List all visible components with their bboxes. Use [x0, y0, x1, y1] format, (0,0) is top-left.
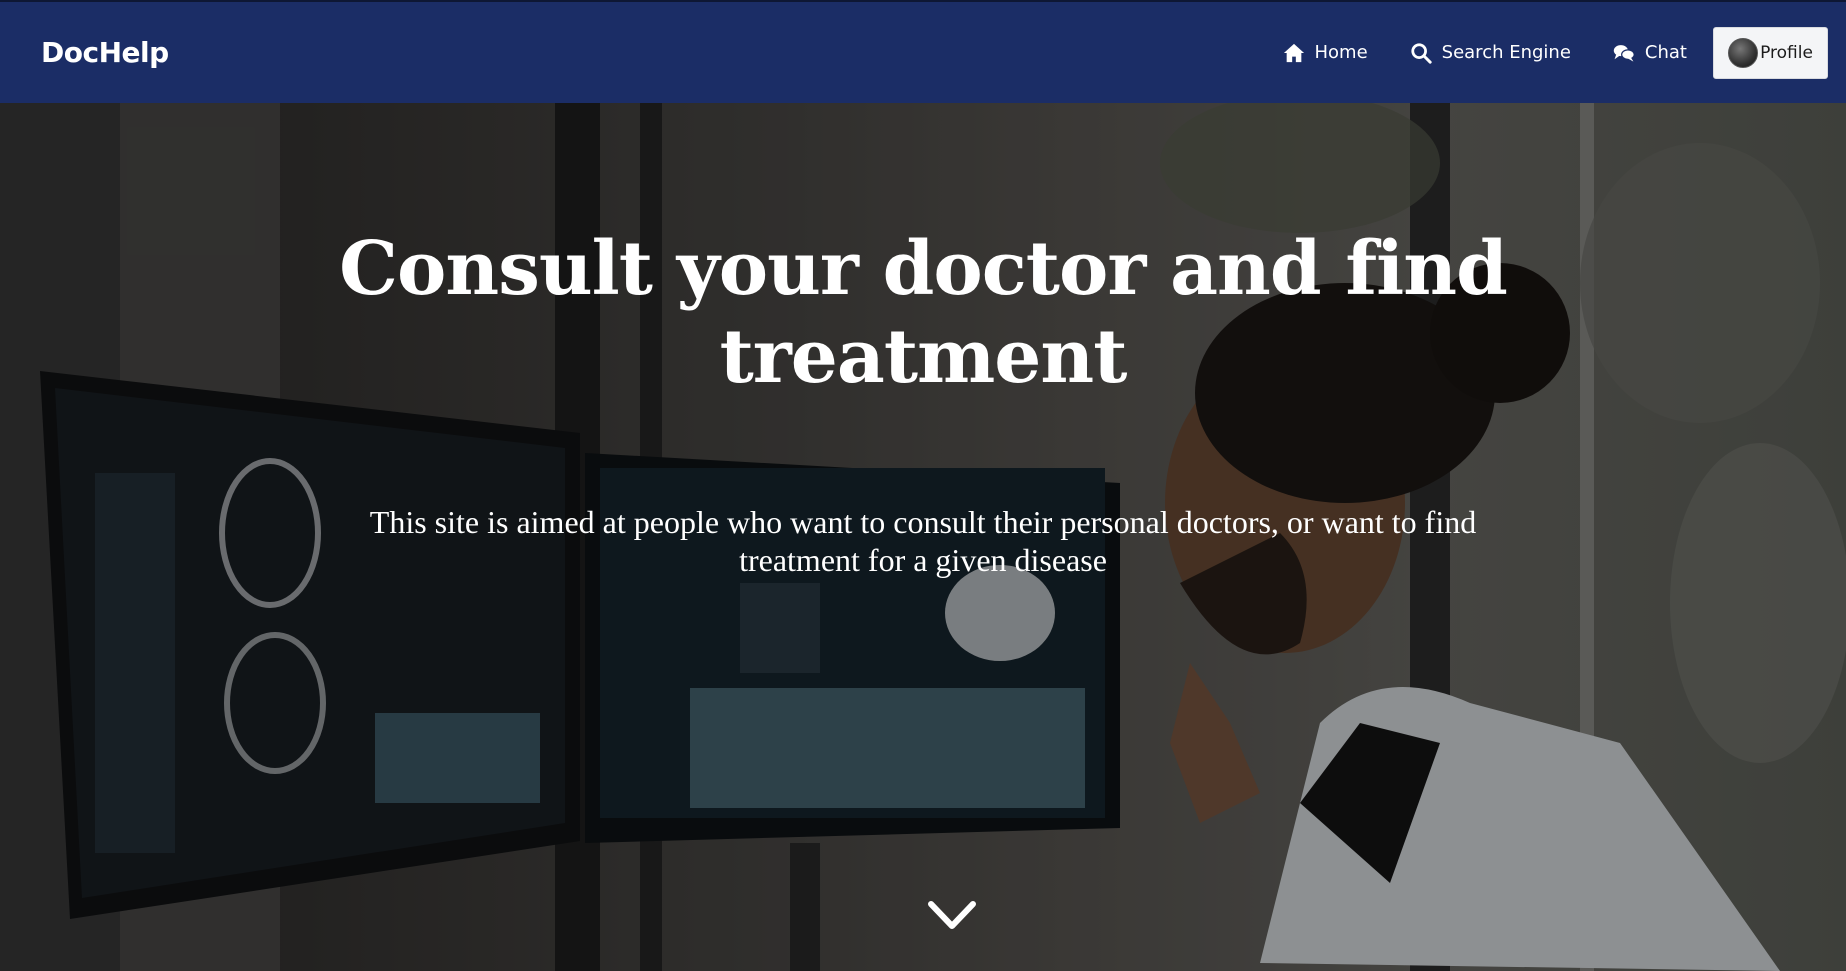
avatar — [1728, 37, 1759, 68]
nav-home-label: Home — [1314, 42, 1368, 63]
hero-section: Consult your doctor and find treatment T… — [0, 103, 1846, 971]
nav-home-link[interactable]: Home — [1283, 42, 1368, 64]
nav-chat-link[interactable]: Chat — [1613, 42, 1687, 64]
hero-title: Consult your doctor and find treatment — [339, 226, 1508, 400]
nav-chat-label: Chat — [1644, 42, 1687, 63]
navbar: DocHelp Home Search Engine Chat Profile — [0, 0, 1846, 103]
search-icon — [1410, 42, 1432, 64]
nav-links: Home Search Engine Chat Profile — [1241, 26, 1828, 79]
brand-logo[interactable]: DocHelp — [41, 36, 169, 69]
hero-subtitle: This site is aimed at people who want to… — [369, 504, 1477, 578]
profile-button[interactable]: Profile — [1713, 26, 1828, 79]
nav-search-engine-label: Search Engine — [1441, 42, 1571, 63]
profile-label: Profile — [1760, 42, 1813, 63]
home-icon — [1283, 42, 1305, 64]
chevron-down-icon[interactable] — [927, 898, 977, 934]
nav-search-engine-link[interactable]: Search Engine — [1410, 42, 1571, 64]
chat-icon — [1613, 42, 1635, 64]
